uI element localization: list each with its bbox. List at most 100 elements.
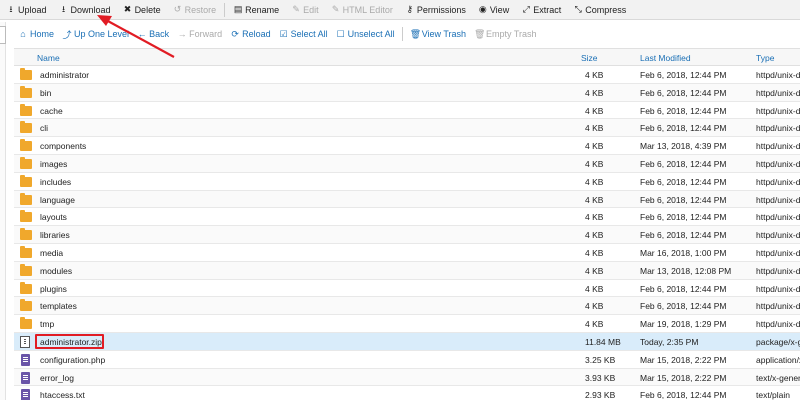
table-row[interactable]: media 4 KB Mar 16, 2018, 1:00 PM httpd/unix… bbox=[14, 244, 800, 262]
file-type: httpd/unix-directory bbox=[756, 141, 800, 152]
arrow-left-icon: ← bbox=[137, 29, 147, 39]
file-size: 4 KB bbox=[585, 158, 604, 169]
folder-icon-shape bbox=[20, 103, 32, 116]
file-name: administrator bbox=[40, 70, 90, 80]
select-all-button[interactable]: ☑ Select All bbox=[275, 24, 332, 44]
folder-icon-shape bbox=[20, 68, 32, 80]
table-row[interactable]: templates 4 KB Feb 6, 2018, 12:44 PM httpd/… bbox=[14, 297, 800, 316]
table-row[interactable]: htaccess.txt 2.93 KB Feb 6, 2018, 12:44 PM… bbox=[14, 386, 800, 400]
folder-icon-shape bbox=[20, 174, 32, 187]
column-header-size[interactable]: Size bbox=[581, 53, 598, 63]
empty-trash-button[interactable]: 🗑 Empty Trash bbox=[470, 24, 541, 44]
forward-button[interactable]: → Forward bbox=[173, 24, 226, 44]
table-row[interactable]: configuration.php 3.25 KB Mar 15, 2018, 2:… bbox=[14, 351, 800, 369]
file-name: images bbox=[40, 158, 68, 169]
upload-button[interactable]: ⭳ Upload bbox=[0, 0, 53, 20]
permissions-button[interactable]: ⚷ Permissions bbox=[399, 0, 472, 20]
view-trash-label: View Trash bbox=[421, 29, 467, 39]
extract-button[interactable]: ⤢ Extract bbox=[515, 0, 567, 20]
text-file-icon-shape bbox=[21, 389, 30, 400]
up-one-level-button[interactable]: ⤴ Up One Level bbox=[58, 24, 133, 44]
file-name: plugins bbox=[40, 283, 67, 294]
restore-button[interactable]: ↺ Restore bbox=[167, 0, 223, 20]
unselect-all-button[interactable]: ☐ Unselect All bbox=[332, 24, 399, 44]
file-modified: Mar 13, 2018, 12:08 PM bbox=[640, 265, 732, 276]
folder-icon bbox=[20, 156, 32, 169]
file-type: httpd/unix-directory bbox=[756, 70, 800, 80]
table-row[interactable]: cache 4 KB Feb 6, 2018, 12:44 PM httpd/unix… bbox=[14, 102, 800, 120]
file-modified: Mar 19, 2018, 1:29 PM bbox=[640, 319, 727, 330]
pencil-icon: ✎ bbox=[292, 4, 300, 14]
file-size: 4 KB bbox=[585, 176, 604, 187]
column-header-type[interactable]: Type bbox=[756, 53, 774, 63]
key-icon: ⚷ bbox=[406, 4, 414, 14]
folder-icon-shape bbox=[20, 121, 32, 134]
restore-icon: ↺ bbox=[173, 4, 182, 14]
back-button[interactable]: ← Back bbox=[133, 24, 173, 44]
rename-button[interactable]: ▤ Rename bbox=[227, 0, 285, 20]
compress-button[interactable]: ⤡ Compress bbox=[567, 0, 632, 20]
table-row[interactable]: layouts 4 KB Feb 6, 2018, 12:44 PM httpd/un… bbox=[14, 208, 800, 227]
html-editor-button[interactable]: ✎ HTML Editor bbox=[325, 0, 399, 20]
folder-icon bbox=[20, 174, 32, 187]
unselect-all-label: Unselect All bbox=[347, 29, 395, 39]
file-name: configuration.php bbox=[40, 354, 106, 365]
column-header-name[interactable]: Name bbox=[37, 53, 60, 63]
table-row[interactable]: components 4 KB Mar 13, 2018, 4:39 PM httpd… bbox=[14, 137, 800, 155]
arrow-right-icon: → bbox=[177, 29, 187, 39]
html-editor-icon: ✎ bbox=[331, 4, 340, 14]
table-row[interactable]: administrator.zip 11.84 MB Today, 2:35 PM p… bbox=[14, 332, 800, 351]
table-row[interactable]: administrator 4 KB Feb 6, 2018, 12:44 PM ht… bbox=[14, 66, 800, 84]
table-row[interactable]: tmp 4 KB Mar 19, 2018, 1:29 PM httpd/unix-d… bbox=[14, 315, 800, 333]
table-row[interactable]: bin 4 KB Feb 6, 2018, 12:44 PM httpd/unix-d… bbox=[14, 83, 800, 102]
folder-icon-shape bbox=[20, 228, 32, 241]
table-row[interactable]: plugins 4 KB Feb 6, 2018, 12:44 PM httpd/un… bbox=[14, 280, 800, 298]
file-type: httpd/unix-directory bbox=[756, 301, 800, 312]
checkbox-empty-icon: ☐ bbox=[336, 28, 345, 39]
folder-icon bbox=[20, 210, 32, 223]
table-row[interactable]: libraries 4 KB Feb 6, 2018, 12:44 PM httpd/… bbox=[14, 226, 800, 244]
table-row[interactable]: cli 4 KB Feb 6, 2018, 12:44 PM httpd/unix-d… bbox=[14, 119, 800, 138]
file-size: 4 KB bbox=[585, 212, 604, 223]
file-name: htaccess.txt bbox=[40, 390, 85, 400]
table-row[interactable]: modules 4 KB Mar 13, 2018, 12:08 PM httpd/u… bbox=[14, 261, 800, 280]
eye-icon: ◉ bbox=[478, 4, 487, 14]
expand-icon: ⤢ bbox=[522, 4, 530, 14]
empty-trash-label: Empty Trash bbox=[486, 29, 537, 39]
file-type: httpd/unix-directory bbox=[756, 176, 800, 187]
file-type: text/x-generic bbox=[756, 372, 800, 383]
column-header-last-modified[interactable]: Last Modified bbox=[640, 53, 691, 63]
view-button[interactable]: ◉ View bbox=[472, 0, 515, 20]
table-row[interactable]: language 4 KB Feb 6, 2018, 12:44 PM httpd/u… bbox=[14, 190, 800, 209]
file-table-header: Name Size Last Modified Type bbox=[14, 48, 800, 66]
file-size: 4 KB bbox=[585, 141, 604, 152]
file-type: httpd/unix-directory bbox=[756, 212, 800, 223]
file-type: httpd/unix-directory bbox=[756, 105, 800, 116]
tree-panel-handle[interactable] bbox=[0, 26, 6, 44]
file-type: httpd/unix-directory bbox=[756, 87, 800, 98]
download-button[interactable]: ⭳ Download bbox=[53, 0, 117, 20]
home-button[interactable]: ⌂ Home bbox=[14, 24, 58, 44]
edit-button[interactable]: ✎ Edit bbox=[285, 0, 325, 20]
permissions-label: Permissions bbox=[416, 4, 466, 15]
folder-icon bbox=[20, 139, 32, 152]
file-size: 4 KB bbox=[585, 123, 604, 134]
folder-icon-shape bbox=[20, 281, 32, 294]
table-row[interactable]: images 4 KB Feb 6, 2018, 12:44 PM httpd/uni… bbox=[14, 154, 800, 173]
trash-icon: 🗑 bbox=[409, 28, 422, 39]
table-row[interactable]: includes 4 KB Feb 6, 2018, 12:44 PM httpd/u… bbox=[14, 173, 800, 191]
file-name: administrator.zip bbox=[40, 336, 102, 347]
navigation-toolbar: ⌂ Home ⤴ Up One Level ← Back → Forward ⟳ Relo… bbox=[14, 24, 800, 44]
view-trash-button[interactable]: 🗑 View Trash bbox=[406, 24, 470, 44]
delete-button[interactable]: ✖ Delete bbox=[117, 0, 167, 20]
edit-label: Edit bbox=[303, 4, 319, 15]
file-modified: Mar 15, 2018, 2:22 PM bbox=[640, 354, 727, 365]
file-modified: Feb 6, 2018, 12:44 PM bbox=[640, 123, 727, 134]
file-size: 2.93 KB bbox=[585, 390, 616, 400]
php-file-icon-shape bbox=[21, 353, 30, 366]
reload-button[interactable]: ⟳ Reload bbox=[226, 24, 275, 44]
file-list: administrator 4 KB Feb 6, 2018, 12:44 PM ht… bbox=[14, 66, 800, 400]
file-name: cli bbox=[40, 123, 49, 134]
table-row[interactable]: error_log 3.93 KB Mar 15, 2018, 2:22 PM tex… bbox=[14, 368, 800, 387]
file-name: layouts bbox=[40, 212, 67, 223]
